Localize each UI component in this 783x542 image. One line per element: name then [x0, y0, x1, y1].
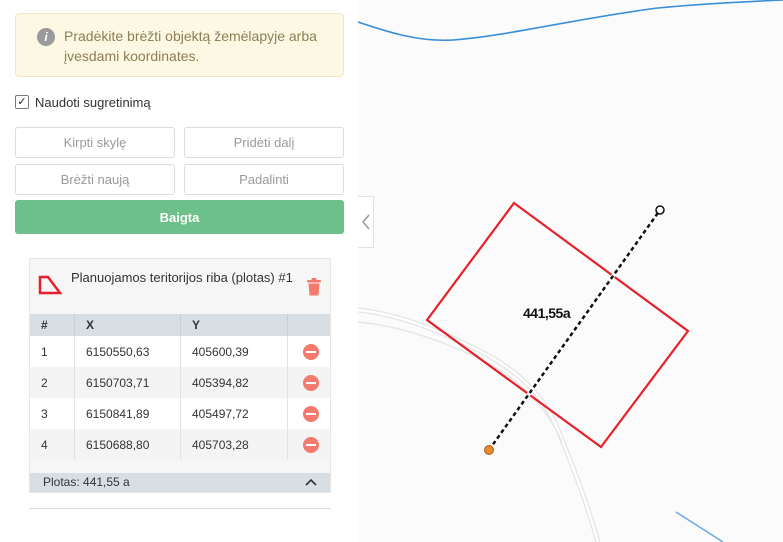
delete-vertex-cell — [287, 367, 330, 398]
collapse-panel-button[interactable] — [358, 196, 374, 248]
feature-header: Planuojamos teritorijos riba (plotas) #1 — [30, 259, 330, 314]
row-number: 3 — [30, 398, 75, 429]
add-part-button[interactable]: Pridėti dalį — [184, 127, 344, 158]
cell-x[interactable]: 6150703,71 — [74, 367, 181, 398]
info-icon: i — [37, 28, 55, 46]
river-line-south — [675, 511, 724, 542]
divider — [29, 508, 331, 509]
cell-y[interactable]: 405394,82 — [180, 367, 288, 398]
chevron-left-icon — [361, 214, 370, 230]
table-header-row: # X Y — [30, 314, 330, 336]
remove-vertex-icon[interactable] — [303, 343, 319, 360]
column-header-y: Y — [180, 314, 288, 336]
area-footer[interactable]: Plotas: 441,55 a — [30, 473, 330, 492]
info-notice: i Pradėkite brėžti objektą žemėlapyje ar… — [15, 13, 344, 77]
area-measure-label: 441,55a — [523, 305, 571, 321]
cell-y[interactable]: 405600,39 — [180, 336, 288, 367]
delete-vertex-cell — [287, 429, 330, 460]
cell-x[interactable]: 6150550,63 — [74, 336, 181, 367]
delete-vertex-cell — [287, 398, 330, 429]
cell-y[interactable]: 405497,72 — [180, 398, 288, 429]
feature-title: Planuojamos teritorijos riba (plotas) #1 — [71, 270, 293, 285]
delete-vertex-cell — [287, 336, 330, 367]
snapping-toggle[interactable]: ✓ Naudoti sugretinimą — [15, 93, 151, 111]
column-header-actions — [287, 314, 330, 336]
snapping-checkbox[interactable]: ✓ — [15, 95, 29, 109]
remove-vertex-icon[interactable] — [303, 436, 319, 453]
notice-text: Pradėkite brėžti objektą žemėlapyje arba… — [64, 28, 317, 64]
cell-x[interactable]: 6150688,80 — [74, 429, 181, 460]
row-number: 4 — [30, 429, 75, 460]
column-header-x: X — [74, 314, 181, 336]
coordinates-table: # X Y 1 6150550,63 405600,39 2 6150703,7… — [30, 314, 330, 460]
row-number: 2 — [30, 367, 75, 398]
trash-icon[interactable] — [306, 278, 322, 296]
polygon-icon — [38, 275, 63, 295]
table-row: 3 6150841,89 405497,72 — [30, 398, 330, 429]
map-canvas[interactable]: 441,55a — [358, 0, 783, 542]
draw-new-button[interactable]: Brėžti naują — [15, 164, 175, 195]
snapping-label: Naudoti sugretinimą — [35, 94, 151, 110]
split-button[interactable]: Padalinti — [184, 164, 344, 195]
river-line — [358, 0, 783, 42]
row-number: 1 — [30, 336, 75, 367]
cut-hole-button[interactable]: Kirpti skylę — [15, 127, 175, 158]
feature-card: Planuojamos teritorijos riba (plotas) #1… — [29, 258, 331, 493]
column-header-number: # — [30, 314, 75, 336]
vertex-marker-start[interactable] — [484, 445, 494, 455]
cell-y[interactable]: 405703,28 — [180, 429, 288, 460]
cell-x[interactable]: 6150841,89 — [74, 398, 181, 429]
map-layer[interactable] — [358, 0, 783, 542]
drawing-panel: i Pradėkite brėžti objektą žemėlapyje ar… — [0, 0, 358, 542]
vertex-marker-end[interactable] — [655, 205, 665, 215]
table-row: 2 6150703,71 405394,82 — [30, 367, 330, 398]
area-label: Plotas: 441,55 a — [43, 475, 130, 489]
remove-vertex-icon[interactable] — [303, 374, 319, 391]
planned-territory-polygon[interactable] — [425, 201, 690, 449]
table-row: 4 6150688,80 405703,28 — [30, 429, 330, 460]
remove-vertex-icon[interactable] — [303, 405, 319, 422]
table-row: 1 6150550,63 405600,39 — [30, 336, 330, 367]
done-button[interactable]: Baigta — [15, 200, 344, 234]
chevron-up-icon[interactable] — [304, 476, 318, 488]
